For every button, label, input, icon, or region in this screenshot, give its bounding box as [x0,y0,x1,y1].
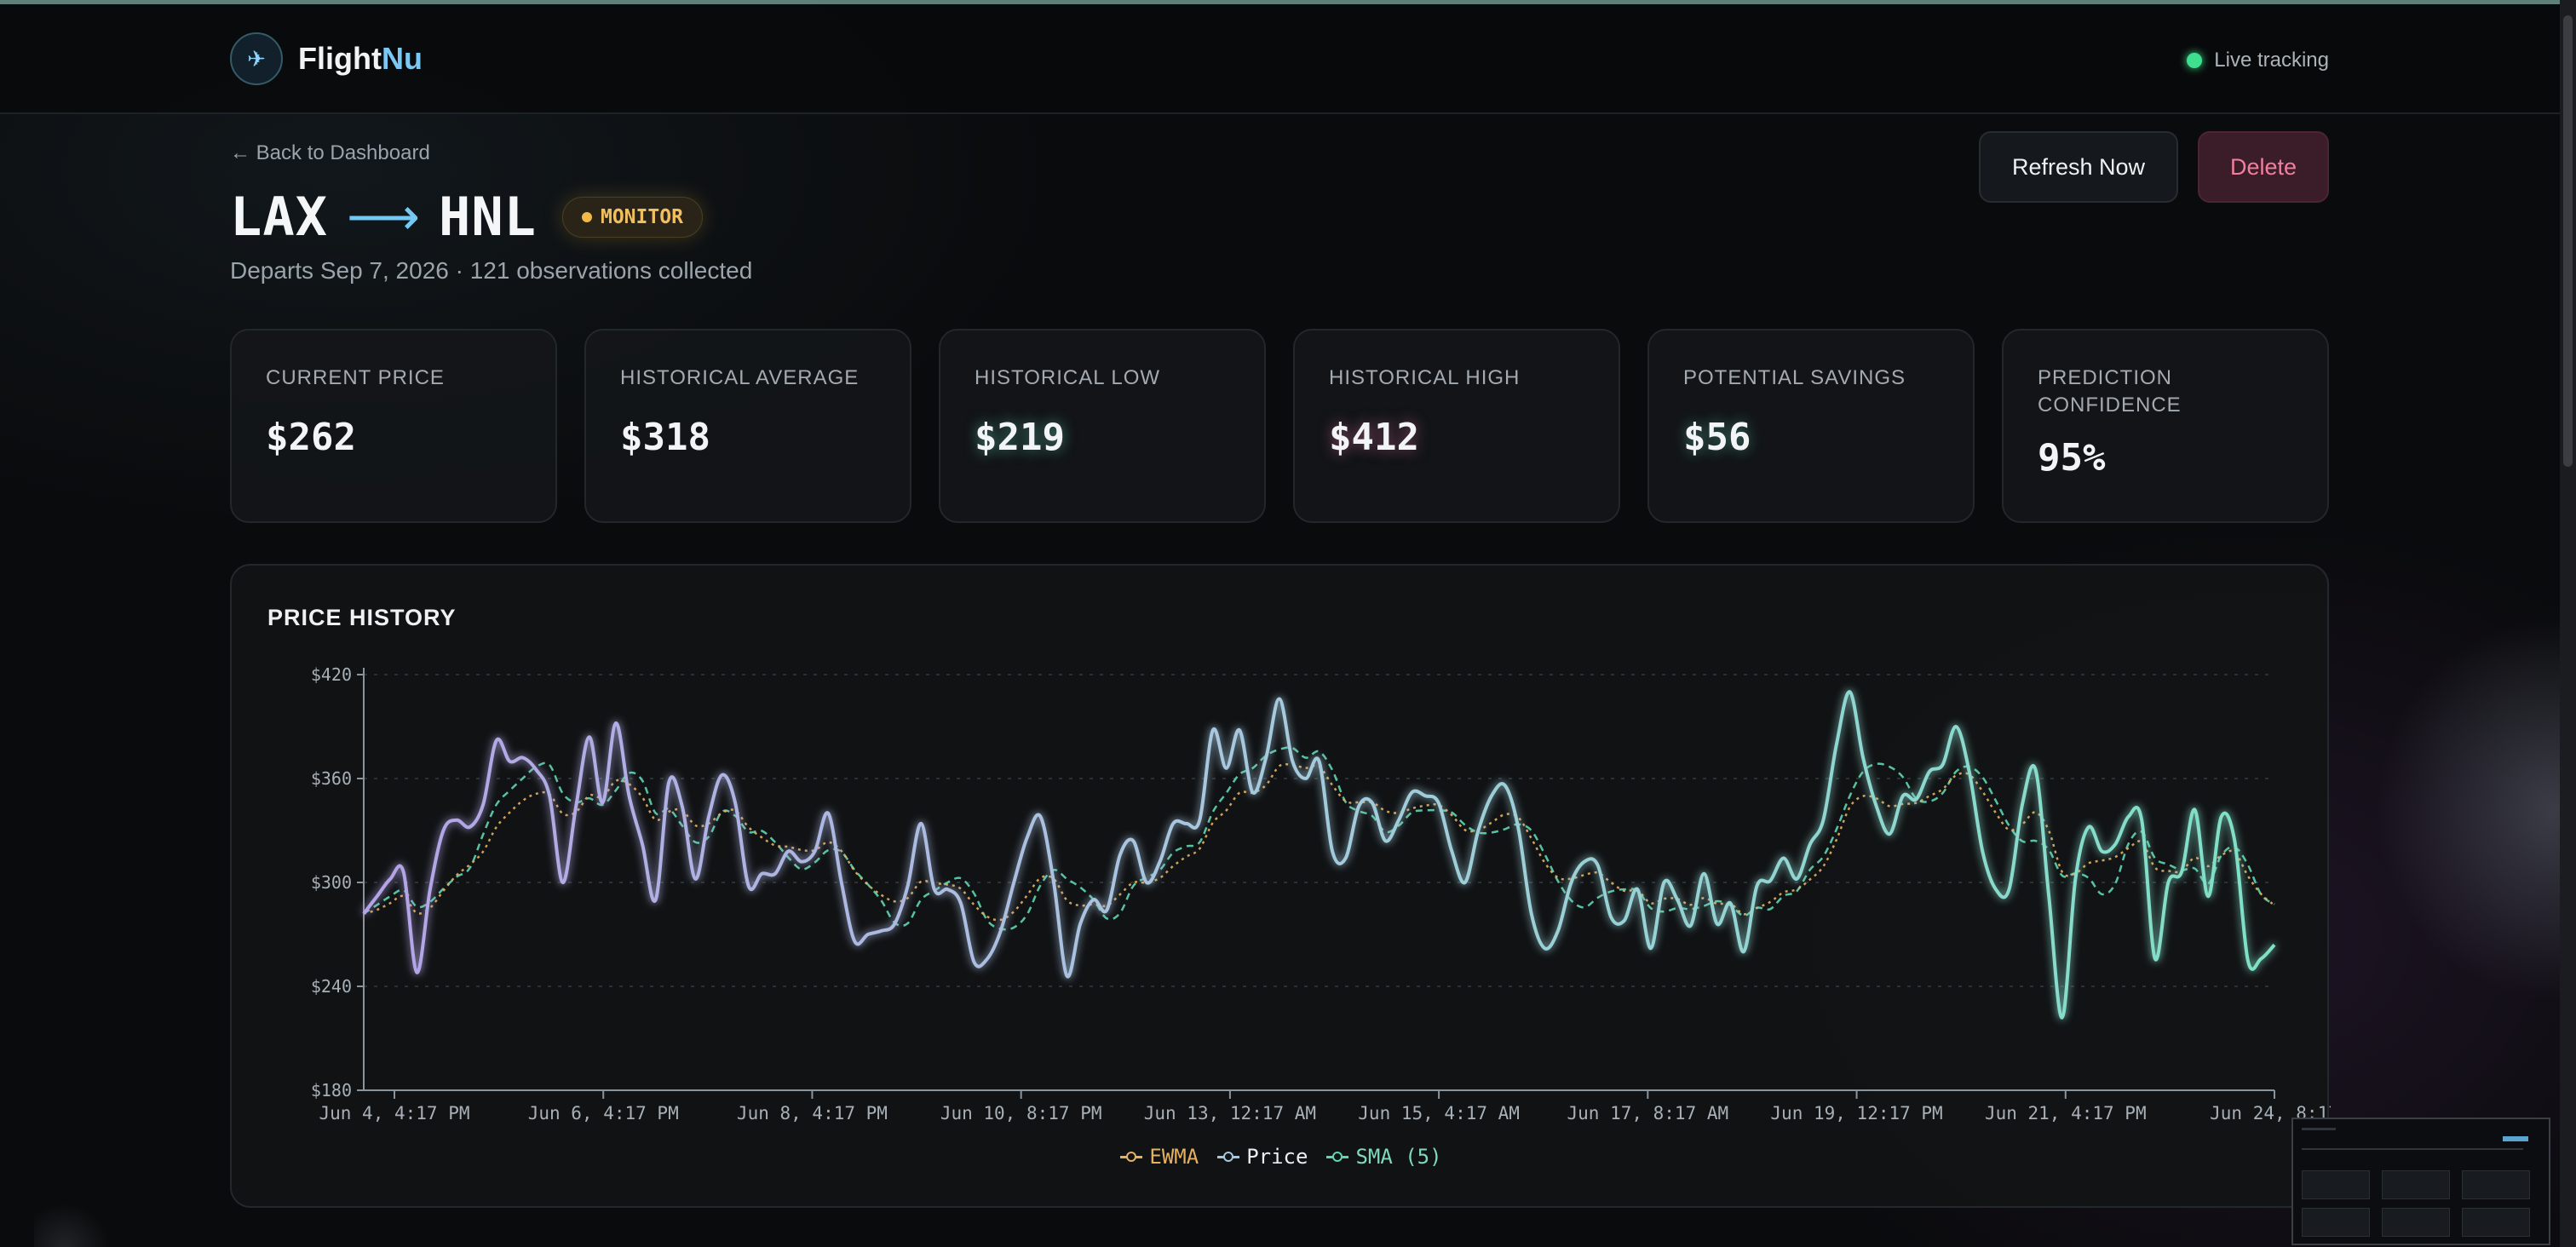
arrow-right-icon: ⟶ [346,187,420,245]
sma-series-line [363,746,2275,931]
stat-label: Prediction Confidence [2038,366,2182,417]
chart-legend: EWMA Price SMA (5) [232,1145,2331,1169]
stat-card-historical-high: Historical High $412 [1293,329,1620,523]
legend-label: SMA (5) [1355,1145,1442,1169]
minimap-card [2462,1170,2530,1199]
legend-swatch-icon [1326,1151,1349,1163]
x-tick-label: Jun 19, 12:17 PM [1770,1103,1942,1123]
live-dot-icon [2187,53,2203,68]
refresh-now-button[interactable]: Refresh Now [1979,131,2178,203]
plane-icon: ✈ [230,32,283,85]
legend-label: Price [1246,1145,1308,1169]
stat-label: Current Price [266,366,445,389]
legend-item-ewma[interactable]: EWMA [1120,1145,1199,1169]
legend-label: EWMA [1149,1145,1199,1169]
stat-value: 95% [2038,436,2106,480]
x-tick-label: Jun 13, 12:17 AM [1144,1103,1316,1123]
x-tick-label: Jun 21, 4:17 PM [1985,1103,2147,1123]
stat-label: Historical Low [975,366,1161,389]
corner-decoration [34,1203,111,1247]
minimap-card [2302,1170,2370,1199]
y-tick-label: $300 [311,872,352,893]
minimap-line [2302,1128,2336,1130]
legend-swatch-icon [1120,1151,1143,1163]
route-heading: LAX ⟶ HNL MONITOR [230,186,703,248]
x-tick-label: Jun 4, 4:17 PM [319,1103,469,1123]
legend-item-sma[interactable]: SMA (5) [1326,1145,1442,1169]
stat-value: $262 [266,416,356,459]
stat-card-prediction-confidence: Prediction Confidence 95% [2002,329,2329,523]
minimap-line [2503,1136,2528,1141]
page-minimap[interactable] [2291,1118,2550,1245]
badge-dot-icon [581,211,592,222]
price-history-chart[interactable]: $180 $240 $300 $360 $420 Jun 4, 4:17 PM Jun 6,… [232,566,2331,1210]
stat-value: $412 [1329,416,1419,459]
scrollbar-thumb[interactable] [2563,15,2573,467]
x-tick-label: Jun 8, 4:17 PM [737,1103,888,1123]
minimap-line [2302,1148,2523,1150]
minimap-card [2302,1208,2370,1237]
x-tick-label: Jun 6, 4:17 PM [528,1103,679,1123]
badge-label: MONITOR [600,205,683,228]
stat-value: $318 [620,416,710,459]
stat-value: $219 [975,416,1065,459]
stat-card-current-price: Current Price $262 [230,329,557,523]
stat-label: Historical High [1329,366,1521,389]
delete-button[interactable]: Delete [2198,131,2329,203]
brand-name: FlightNu [298,41,423,76]
y-tick-label: $360 [311,768,352,789]
app-header: ✈ FlightNu Live tracking [0,4,2560,114]
minimap-card [2382,1170,2450,1199]
back-to-dashboard-link[interactable]: ← Back to Dashboard [230,141,430,165]
page-scrollbar[interactable] [2560,0,2576,1247]
minimap-card [2462,1208,2530,1237]
route-origin: LAX [230,186,328,248]
y-tick-label: $420 [311,664,352,685]
legend-item-price[interactable]: Price [1217,1145,1308,1169]
y-tick-label: $240 [311,976,352,997]
live-status: Live tracking [2187,49,2329,72]
route-destination: HNL [439,186,537,248]
stat-card-historical-low: Historical Low $219 [939,329,1266,523]
stat-card-historical-average: Historical Average $318 [584,329,911,523]
stat-value: $56 [1683,416,1751,459]
brand-logo[interactable]: ✈ FlightNu [230,32,423,85]
monitor-badge: MONITOR [561,196,703,238]
x-tick-label: Jun 17, 8:17 AM [1567,1103,1729,1123]
price-history-card: PRICE HISTORY $180 $240 $300 $360 $420 Jun 4,… [230,564,2331,1210]
stat-label: Historical Average [620,366,860,389]
stat-label: Potential Savings [1683,366,1906,389]
stat-card-potential-savings: Potential Savings $56 [1647,329,1975,523]
stats-row: Current Price $262 Historical Average $3… [230,329,2329,523]
legend-swatch-icon [1217,1151,1240,1163]
minimap-card [2382,1208,2450,1237]
live-status-label: Live tracking [2214,49,2329,72]
y-tick-label: $180 [311,1080,352,1100]
route-subtitle: Departs Sep 7, 2026 · 121 observations c… [230,257,753,284]
price-series-line [362,690,2276,1020]
x-tick-label: Jun 15, 4:17 AM [1358,1103,1520,1123]
x-tick-label: Jun 10, 8:17 PM [940,1103,1102,1123]
